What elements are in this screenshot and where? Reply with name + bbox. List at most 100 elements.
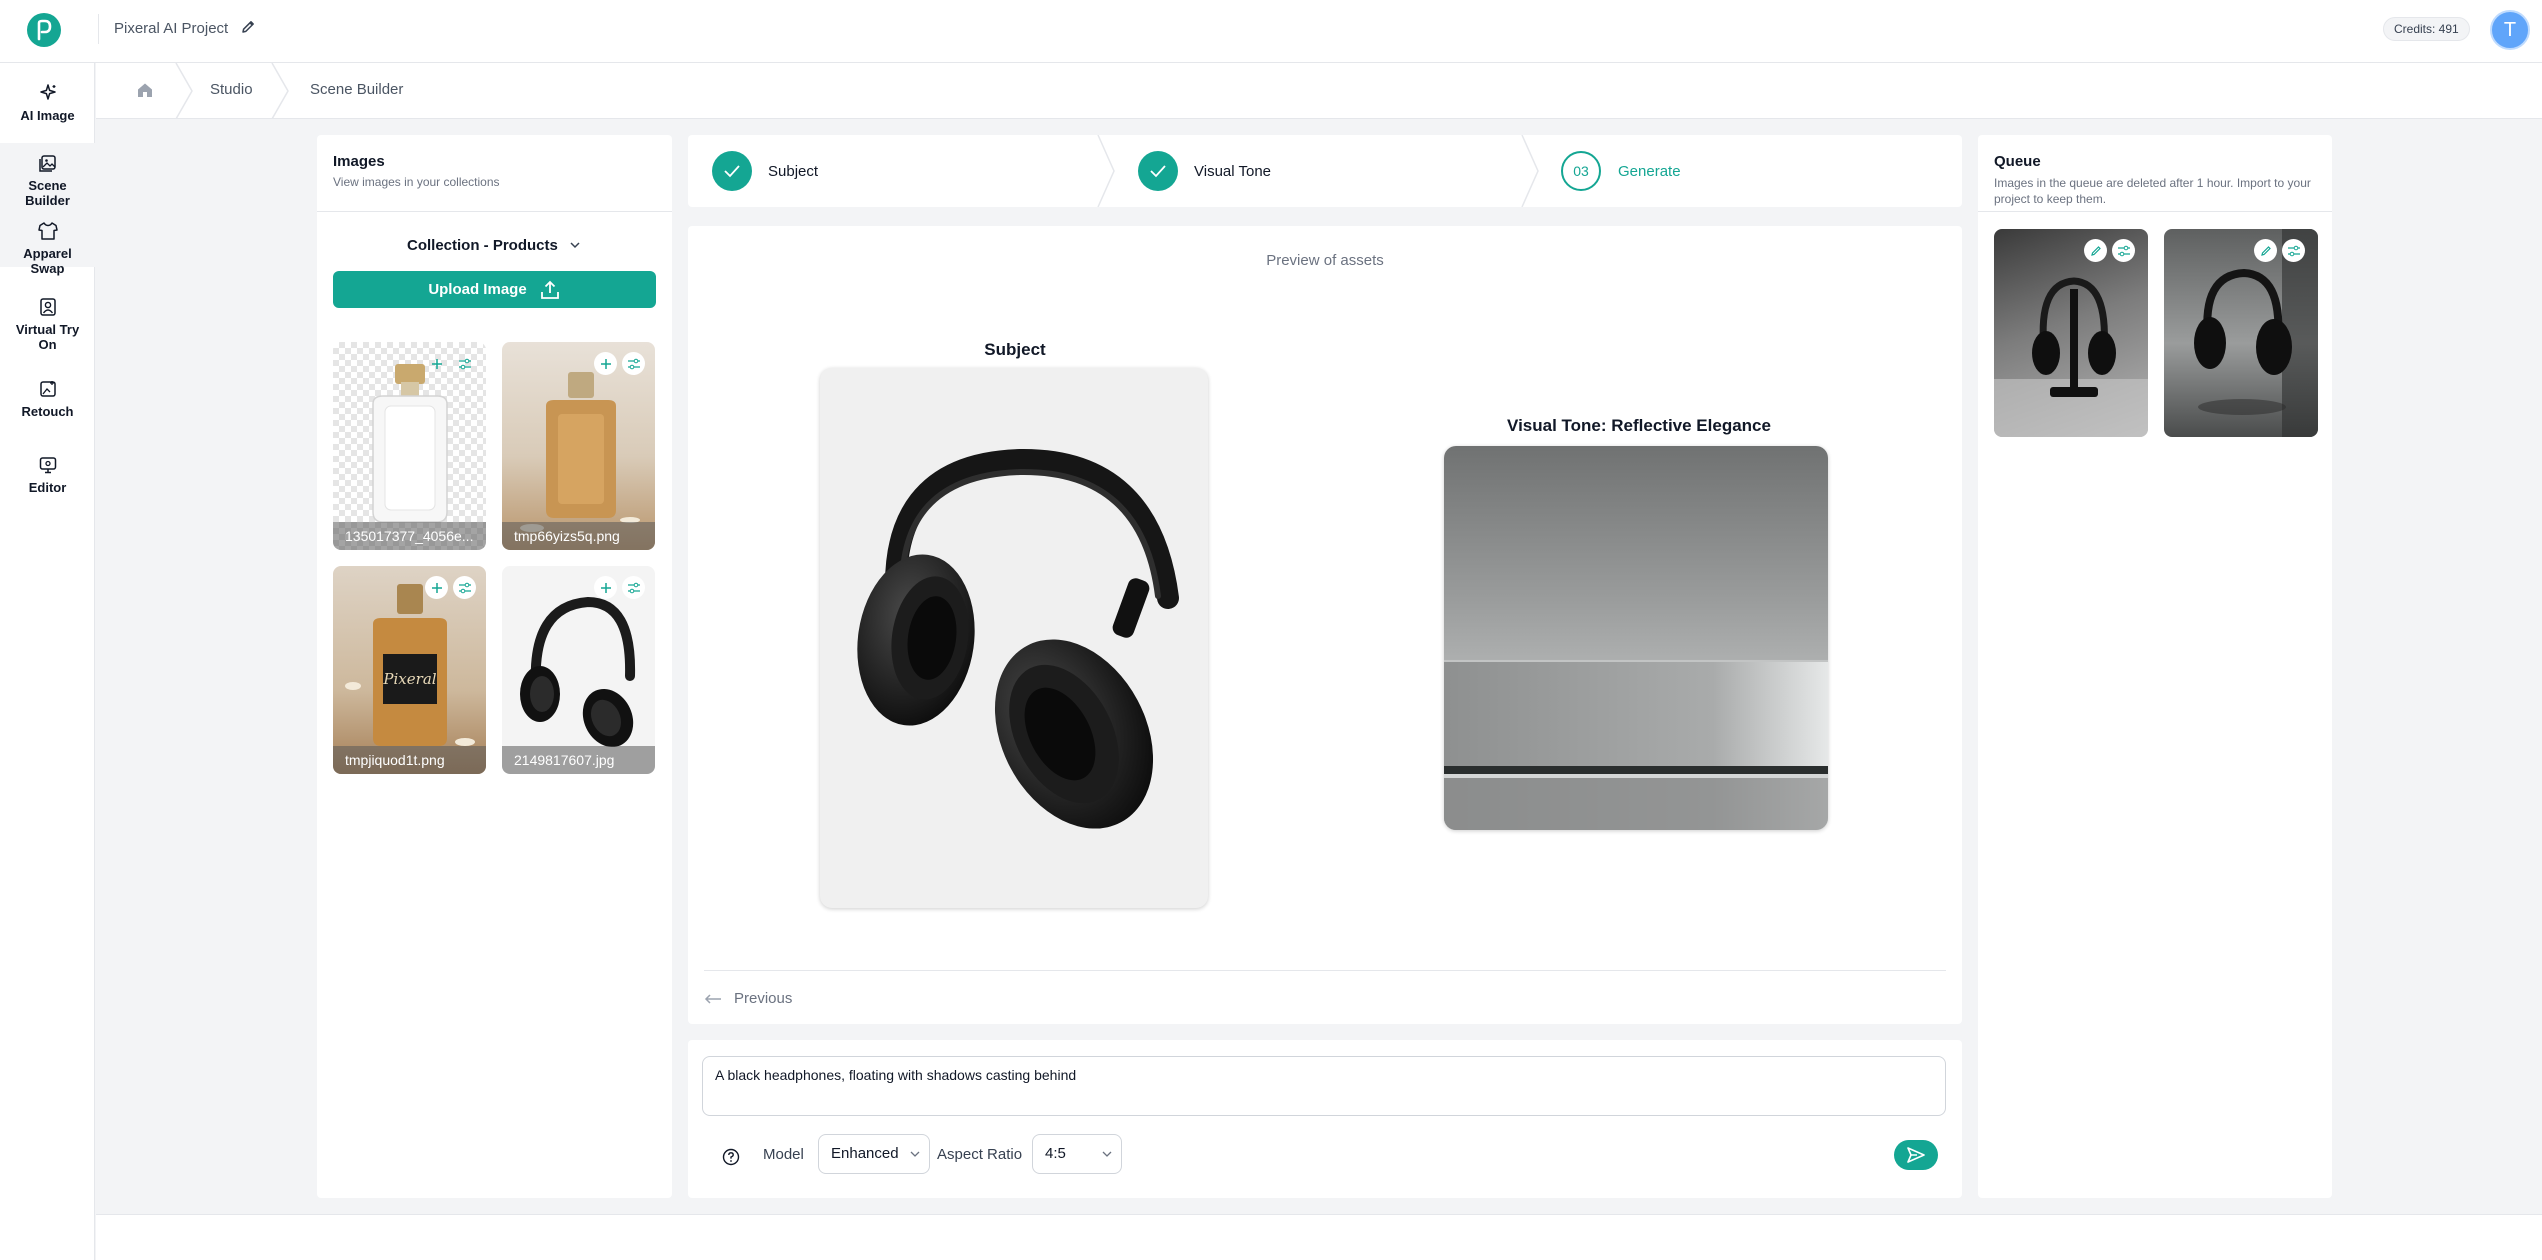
sliders-icon[interactable] xyxy=(453,352,476,375)
divider xyxy=(317,211,672,212)
subject-image xyxy=(820,368,1208,908)
image-icon xyxy=(38,155,56,172)
previous-label: Previous xyxy=(734,990,793,1007)
collection-select[interactable]: Collection - Products xyxy=(317,237,672,254)
breadcrumb: Studio Scene Builder xyxy=(96,63,2542,119)
add-icon[interactable] xyxy=(425,576,448,599)
prompt-input[interactable]: A black headphones, floating with shadow… xyxy=(702,1056,1946,1116)
model-value: Enhanced xyxy=(831,1145,899,1162)
thumbnail-caption: tmp66yizs5q.png xyxy=(502,522,655,550)
person-frame-icon xyxy=(39,298,56,316)
reflective-surface-image xyxy=(1444,660,1828,830)
send-button[interactable] xyxy=(1894,1140,1938,1170)
home-icon[interactable] xyxy=(136,81,154,104)
header-divider xyxy=(98,14,99,44)
check-icon xyxy=(1138,151,1178,191)
step-label: Subject xyxy=(768,163,819,180)
thumbnail-caption: 135017377_4056e... xyxy=(333,522,486,550)
thumbnail-image[interactable]: tmp66yizs5q.png xyxy=(502,342,655,550)
project-title[interactable]: Pixeral AI Project xyxy=(114,20,228,37)
chevron-down-icon xyxy=(1102,1151,1112,1157)
add-icon[interactable] xyxy=(594,352,617,375)
queue-subtitle: Images in the queue are deleted after 1 … xyxy=(1994,176,2311,206)
breadcrumb-studio[interactable]: Studio xyxy=(210,81,253,98)
sliders-icon[interactable] xyxy=(622,576,645,599)
sidebar-item-retouch[interactable]: Retouch xyxy=(0,375,95,431)
previous-button[interactable]: Previous xyxy=(704,990,792,1007)
upload-image-button[interactable]: Upload Image xyxy=(333,271,656,308)
sidebar-item-apparel-swap[interactable]: Apparel Swap xyxy=(0,217,95,293)
thumbnail-caption: tmpjiquod1t.png xyxy=(333,746,486,774)
add-icon[interactable] xyxy=(425,352,448,375)
breadcrumb-scene-builder[interactable]: Scene Builder xyxy=(310,81,403,98)
sliders-icon[interactable] xyxy=(622,352,645,375)
images-title: Images xyxy=(333,153,385,170)
chevron-right-icon xyxy=(271,63,289,119)
sliders-icon[interactable] xyxy=(2112,239,2135,262)
sliders-icon[interactable] xyxy=(2282,239,2305,262)
sidebar-item-label: Virtual Try On xyxy=(15,322,80,352)
collection-label: Collection - Products xyxy=(406,237,558,254)
send-icon xyxy=(1907,1147,1925,1163)
avatar[interactable]: T xyxy=(2490,10,2530,50)
upload-label: Upload Image xyxy=(428,281,527,298)
thumbnail-caption: 2149817607.jpg xyxy=(502,746,655,774)
check-icon xyxy=(712,151,752,191)
subject-title: Subject xyxy=(984,340,1046,359)
queue-panel: Queue Images in the queue are deleted af… xyxy=(1978,135,2332,1198)
sidebar-item-ai-image[interactable]: AI Image xyxy=(0,73,95,139)
aspect-ratio-value: 4:5 xyxy=(1045,1145,1066,1162)
chevron-down-icon xyxy=(910,1151,920,1157)
sliders-icon[interactable] xyxy=(453,576,476,599)
queue-title: Queue xyxy=(1994,153,2041,170)
image-edit-icon xyxy=(39,381,56,397)
sidebar-item-label: Retouch xyxy=(21,404,74,419)
images-panel: Images View images in your collections C… xyxy=(317,135,672,1198)
prompt-panel: A black headphones, floating with shadow… xyxy=(688,1040,1962,1198)
chevron-down-icon xyxy=(570,242,580,249)
model-select[interactable]: Enhanced xyxy=(818,1134,930,1174)
credits-badge: Credits: 491 xyxy=(2383,17,2470,41)
preview-label: Preview of assets xyxy=(1266,252,1384,269)
sidebar: AI Image Scene Builder Apparel Swap Virt… xyxy=(0,63,95,1260)
aspect-ratio-label: Aspect Ratio xyxy=(937,1146,1023,1163)
queue-image[interactable] xyxy=(1994,229,2148,437)
sidebar-item-label: Editor xyxy=(28,480,67,495)
divider xyxy=(1978,211,2332,212)
sidebar-item-label: AI Image xyxy=(20,108,75,123)
top-bar: Pixeral AI Project Credits: 491 T xyxy=(0,0,2542,63)
thumbnail-image[interactable]: 135017377_4056e... xyxy=(333,342,486,550)
pixeral-logo[interactable] xyxy=(27,13,61,47)
pencil-icon[interactable] xyxy=(240,19,258,37)
visual-tone-title: Visual Tone: Reflective Elegance xyxy=(1507,416,1771,435)
sidebar-item-editor[interactable]: Editor xyxy=(0,451,95,507)
divider xyxy=(704,970,1946,971)
stepper: Subject Visual Tone 03 Generate xyxy=(688,135,1962,207)
aspect-ratio-select[interactable]: 4:5 xyxy=(1032,1134,1122,1174)
step-separator xyxy=(1521,135,1539,207)
upload-icon xyxy=(540,280,559,299)
thumbnail-image[interactable]: Pixeral tmpjiquod1t.png xyxy=(333,566,486,774)
step-label: Visual Tone xyxy=(1194,163,1272,180)
sidebar-item-label: Scene Builder xyxy=(25,178,70,208)
edit-icon[interactable] xyxy=(2254,239,2277,262)
preview-panel: Preview of assets Subject Visual Tone: R… xyxy=(688,226,1962,1024)
help-icon[interactable] xyxy=(722,1148,740,1166)
step-number: 03 xyxy=(1561,151,1601,191)
thumbnail-image[interactable]: 2149817607.jpg xyxy=(502,566,655,774)
step-label: Generate xyxy=(1618,163,1681,180)
queue-image[interactable] xyxy=(2164,229,2318,437)
footer-strip xyxy=(96,1214,2542,1260)
sidebar-item-virtual-try-on[interactable]: Virtual Try On xyxy=(0,293,95,369)
sparkles-icon xyxy=(39,84,56,100)
shirt-icon xyxy=(37,222,58,240)
arrow-left-icon xyxy=(704,993,721,1004)
svg-text:Pixeral: Pixeral xyxy=(382,670,436,688)
sidebar-item-label: Apparel Swap xyxy=(23,246,72,276)
chevron-right-icon xyxy=(175,63,193,119)
headphones-image xyxy=(857,448,1179,829)
monitor-icon xyxy=(39,457,56,474)
edit-icon[interactable] xyxy=(2084,239,2107,262)
add-icon[interactable] xyxy=(594,576,617,599)
model-label: Model xyxy=(763,1146,804,1163)
